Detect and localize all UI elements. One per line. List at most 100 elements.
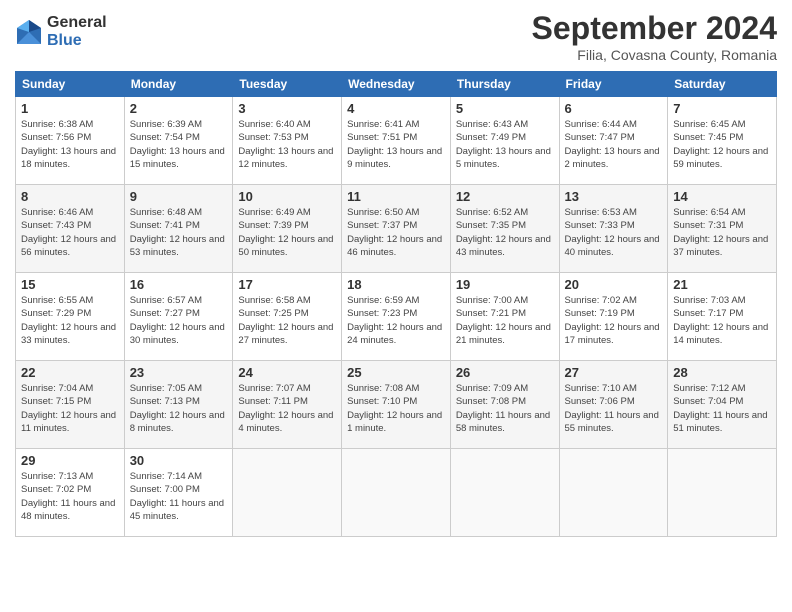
day-number: 7 [673,101,771,116]
calendar-cell [450,449,559,537]
day-info: Sunrise: 6:55 AMSunset: 7:29 PMDaylight:… [21,294,119,347]
calendar-header-sunday: Sunday [16,72,125,97]
day-info: Sunrise: 6:40 AMSunset: 7:53 PMDaylight:… [238,118,336,171]
calendar-week-4: 22 Sunrise: 7:04 AMSunset: 7:15 PMDayligh… [16,361,777,449]
header: General Blue September 2024 Filia, Covas… [15,10,777,63]
logo-general: General [47,14,107,32]
day-number: 17 [238,277,336,292]
day-info: Sunrise: 7:04 AMSunset: 7:15 PMDaylight:… [21,382,119,435]
day-info: Sunrise: 6:38 AMSunset: 7:56 PMDaylight:… [21,118,119,171]
day-info: Sunrise: 6:48 AMSunset: 7:41 PMDaylight:… [130,206,228,259]
day-info: Sunrise: 6:58 AMSunset: 7:25 PMDaylight:… [238,294,336,347]
page: General Blue September 2024 Filia, Covas… [0,0,792,612]
calendar-cell: 29 Sunrise: 7:13 AMSunset: 7:02 PMDayligh… [16,449,125,537]
calendar-cell: 6 Sunrise: 6:44 AMSunset: 7:47 PMDaylight… [559,97,668,185]
calendar-cell: 4Sunrise: 6:41 AMSunset: 7:51 PMDaylight… [342,97,451,185]
logo-icon [15,18,43,46]
day-info: Sunrise: 6:44 AMSunset: 7:47 PMDaylight:… [565,118,663,171]
day-info: Sunrise: 6:49 AMSunset: 7:39 PMDaylight:… [238,206,336,259]
calendar-week-3: 15 Sunrise: 6:55 AMSunset: 7:29 PMDayligh… [16,273,777,361]
day-number: 9 [130,189,228,204]
day-number: 12 [456,189,554,204]
calendar-cell: 18Sunrise: 6:59 AMSunset: 7:23 PMDayligh… [342,273,451,361]
calendar-cell: 20 Sunrise: 7:02 AMSunset: 7:19 PMDayligh… [559,273,668,361]
day-number: 24 [238,365,336,380]
day-info: Sunrise: 6:57 AMSunset: 7:27 PMDaylight:… [130,294,228,347]
calendar-cell: 7 Sunrise: 6:45 AMSunset: 7:45 PMDaylight… [668,97,777,185]
calendar-cell: 25 Sunrise: 7:08 AMSunset: 7:10 PMDayligh… [342,361,451,449]
calendar-cell: 9 Sunrise: 6:48 AMSunset: 7:41 PMDaylight… [124,185,233,273]
day-info: Sunrise: 7:09 AMSunset: 7:08 PMDaylight:… [456,382,554,435]
day-number: 2 [130,101,228,116]
calendar-week-2: 8Sunrise: 6:46 AMSunset: 7:43 PMDaylight… [16,185,777,273]
calendar-week-1: 1 Sunrise: 6:38 AMSunset: 7:56 PMDaylight… [16,97,777,185]
calendar-cell: 8Sunrise: 6:46 AMSunset: 7:43 PMDaylight… [16,185,125,273]
day-number: 30 [130,453,228,468]
calendar-cell: 5 Sunrise: 6:43 AMSunset: 7:49 PMDaylight… [450,97,559,185]
day-info: Sunrise: 7:03 AMSunset: 7:17 PMDaylight:… [673,294,771,347]
day-number: 21 [673,277,771,292]
calendar-cell: 21 Sunrise: 7:03 AMSunset: 7:17 PMDayligh… [668,273,777,361]
day-number: 3 [238,101,336,116]
day-number: 18 [347,277,445,292]
day-info: Sunrise: 6:50 AMSunset: 7:37 PMDaylight:… [347,206,445,259]
calendar-cell: 12Sunrise: 6:52 AMSunset: 7:35 PMDayligh… [450,185,559,273]
day-number: 15 [21,277,119,292]
calendar-header-tuesday: Tuesday [233,72,342,97]
month-title: September 2024 [532,10,777,47]
calendar-cell: 11 Sunrise: 6:50 AMSunset: 7:37 PMDayligh… [342,185,451,273]
day-number: 23 [130,365,228,380]
day-info: Sunrise: 6:43 AMSunset: 7:49 PMDaylight:… [456,118,554,171]
calendar-cell: 27 Sunrise: 7:10 AMSunset: 7:06 PMDayligh… [559,361,668,449]
day-info: Sunrise: 7:02 AMSunset: 7:19 PMDaylight:… [565,294,663,347]
calendar-cell: 30 Sunrise: 7:14 AMSunset: 7:00 PMDayligh… [124,449,233,537]
calendar-cell: 22 Sunrise: 7:04 AMSunset: 7:15 PMDayligh… [16,361,125,449]
calendar-cell: 3 Sunrise: 6:40 AMSunset: 7:53 PMDaylight… [233,97,342,185]
calendar-cell: 24 Sunrise: 7:07 AMSunset: 7:11 PMDayligh… [233,361,342,449]
calendar-cell: 19Sunrise: 7:00 AMSunset: 7:21 PMDayligh… [450,273,559,361]
day-info: Sunrise: 7:08 AMSunset: 7:10 PMDaylight:… [347,382,445,435]
calendar-cell [233,449,342,537]
day-info: Sunrise: 6:45 AMSunset: 7:45 PMDaylight:… [673,118,771,171]
day-number: 11 [347,189,445,204]
calendar-cell: 26Sunrise: 7:09 AMSunset: 7:08 PMDayligh… [450,361,559,449]
logo: General Blue [15,14,107,49]
day-info: Sunrise: 6:54 AMSunset: 7:31 PMDaylight:… [673,206,771,259]
calendar-cell: 17 Sunrise: 6:58 AMSunset: 7:25 PMDayligh… [233,273,342,361]
day-number: 25 [347,365,445,380]
calendar-week-5: 29 Sunrise: 7:13 AMSunset: 7:02 PMDayligh… [16,449,777,537]
calendar-cell [342,449,451,537]
day-number: 10 [238,189,336,204]
calendar-header-friday: Friday [559,72,668,97]
calendar-header-monday: Monday [124,72,233,97]
calendar-cell: 15 Sunrise: 6:55 AMSunset: 7:29 PMDayligh… [16,273,125,361]
day-info: Sunrise: 7:13 AMSunset: 7:02 PMDaylight:… [21,470,119,523]
calendar-cell [559,449,668,537]
calendar-header-wednesday: Wednesday [342,72,451,97]
calendar-header-thursday: Thursday [450,72,559,97]
day-number: 29 [21,453,119,468]
day-number: 20 [565,277,663,292]
calendar-cell: 1 Sunrise: 6:38 AMSunset: 7:56 PMDaylight… [16,97,125,185]
calendar-header-saturday: Saturday [668,72,777,97]
day-number: 13 [565,189,663,204]
day-number: 22 [21,365,119,380]
day-number: 5 [456,101,554,116]
calendar-header-row: SundayMondayTuesdayWednesdayThursdayFrid… [16,72,777,97]
day-info: Sunrise: 7:14 AMSunset: 7:00 PMDaylight:… [130,470,228,523]
calendar-cell: 10 Sunrise: 6:49 AMSunset: 7:39 PMDayligh… [233,185,342,273]
day-number: 1 [21,101,119,116]
calendar-cell: 2Sunrise: 6:39 AMSunset: 7:54 PMDaylight… [124,97,233,185]
calendar-cell: 23Sunrise: 7:05 AMSunset: 7:13 PMDayligh… [124,361,233,449]
day-info: Sunrise: 7:07 AMSunset: 7:11 PMDaylight:… [238,382,336,435]
day-number: 6 [565,101,663,116]
day-info: Sunrise: 6:46 AMSunset: 7:43 PMDaylight:… [21,206,119,259]
calendar-cell: 28Sunrise: 7:12 AMSunset: 7:04 PMDayligh… [668,361,777,449]
day-number: 14 [673,189,771,204]
day-number: 27 [565,365,663,380]
calendar-cell [668,449,777,537]
day-number: 19 [456,277,554,292]
day-number: 16 [130,277,228,292]
day-info: Sunrise: 7:10 AMSunset: 7:06 PMDaylight:… [565,382,663,435]
day-number: 4 [347,101,445,116]
